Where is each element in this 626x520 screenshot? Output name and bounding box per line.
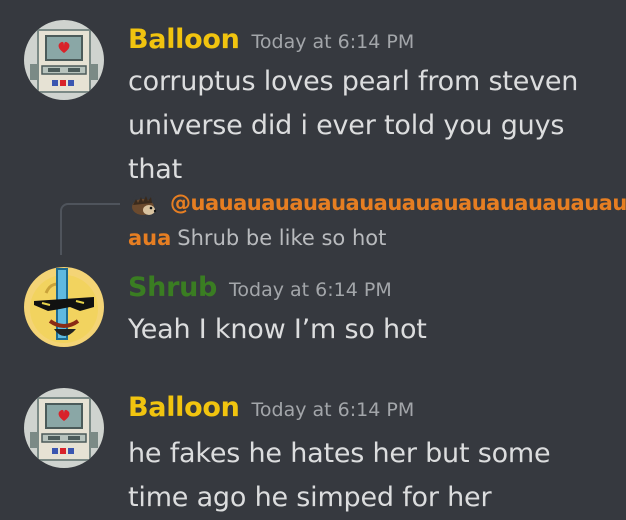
message-text: corruptus loves pearl from steven univer… xyxy=(128,66,579,185)
balloon-robot-icon xyxy=(24,388,104,468)
shrub-sunglasses-icon xyxy=(24,267,104,347)
hedgehog-avatar[interactable] xyxy=(130,193,158,221)
reply-connector-line xyxy=(60,203,120,255)
balloon-robot-icon xyxy=(24,20,104,100)
message-text: Yeah I know I’m so hot xyxy=(128,314,427,345)
username[interactable]: Balloon xyxy=(128,392,240,423)
balloon-avatar[interactable] xyxy=(24,20,104,100)
reply-preview[interactable]: aua Shrub be like so hot xyxy=(128,226,386,250)
shrub-avatar[interactable] xyxy=(24,267,104,347)
username[interactable]: Balloon xyxy=(128,24,240,55)
timestamp: Today at 6:14 PM xyxy=(229,279,392,301)
username[interactable]: Shrub xyxy=(128,272,217,303)
message-header: Balloon Today at 6:14 PM xyxy=(128,392,414,423)
message-text: he fakes he hates her but some time ago … xyxy=(128,438,551,513)
reply-mention-tail[interactable]: aua xyxy=(128,226,171,250)
reply-text[interactable]: Shrub be like so hot xyxy=(177,226,386,250)
timestamp: Today at 6:14 PM xyxy=(251,399,415,421)
timestamp: Today at 6:14 PM xyxy=(251,31,415,53)
balloon-avatar[interactable] xyxy=(24,388,104,468)
reply-mention[interactable]: @uauauauauauauauauauauauauauauau xyxy=(170,191,626,215)
hedgehog-icon xyxy=(130,193,158,221)
message-header: Shrub Today at 6:14 PM xyxy=(128,272,392,303)
message-header: Balloon Today at 6:14 PM xyxy=(128,24,414,55)
